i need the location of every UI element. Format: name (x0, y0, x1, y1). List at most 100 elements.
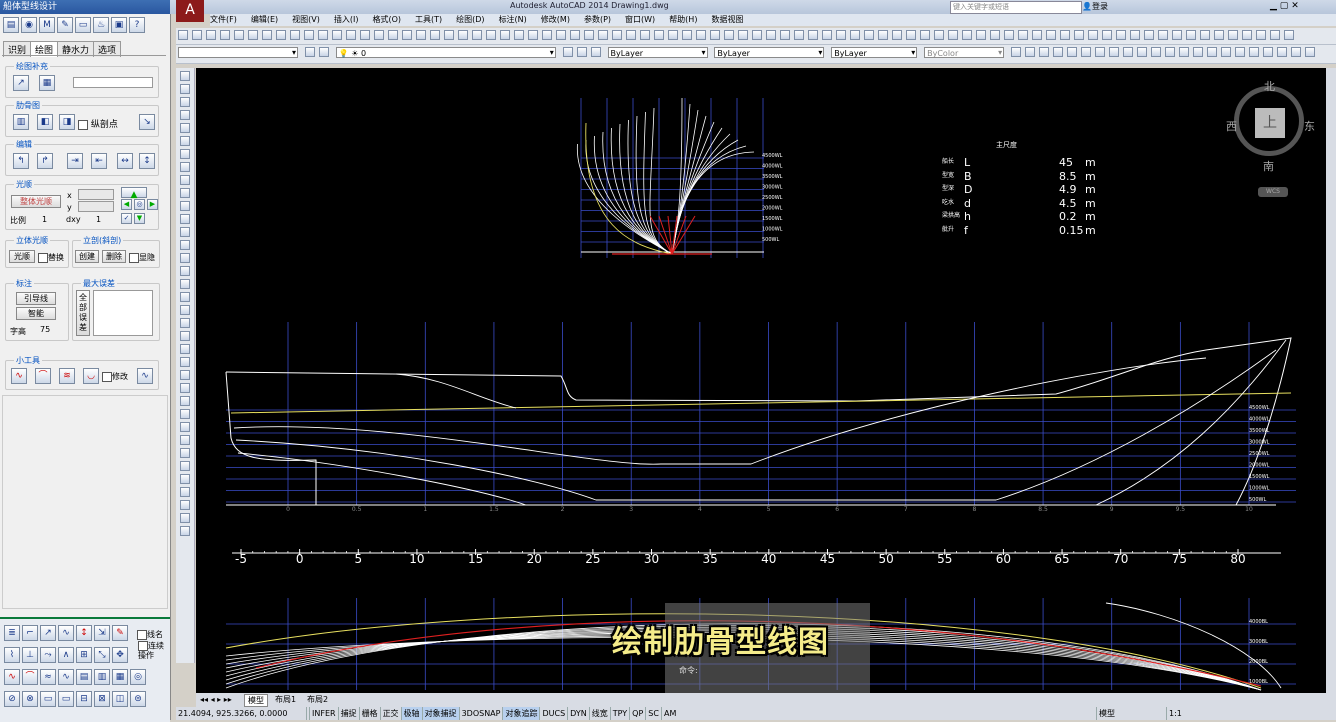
status-toggle-3[interactable]: 栅格 (358, 707, 380, 720)
modify-tool-9-icon[interactable] (1123, 47, 1133, 57)
modify-tool-1-icon[interactable] (1011, 47, 1021, 57)
standard-tool-79-icon[interactable] (1270, 30, 1280, 40)
standard-tool-33-icon[interactable] (626, 30, 636, 40)
tab-layout2[interactable]: 布局2 (304, 694, 331, 705)
draw-tool-36-icon[interactable] (180, 526, 190, 536)
spline-tool-icon[interactable]: ∿ (11, 368, 27, 384)
status-toggle-5[interactable]: 极轴 (400, 707, 422, 720)
nudge-down-icon[interactable]: ▼ (134, 213, 145, 224)
draw-tool-6-icon[interactable] (180, 136, 190, 146)
identify-icon[interactable]: ▤ (3, 17, 19, 33)
scale-value[interactable]: 1 (42, 215, 47, 224)
menu-file[interactable]: 文件(F) (210, 14, 237, 26)
modify-tool-20-icon[interactable] (1277, 47, 1287, 57)
layer-prev-icon[interactable] (562, 47, 573, 57)
draw-tool-27-icon[interactable] (180, 409, 190, 419)
standard-tool-49-icon[interactable] (850, 30, 860, 40)
palette-tool-26-icon[interactable]: ▭ (58, 691, 74, 707)
draw-tool-8-icon[interactable] (180, 162, 190, 172)
fairing-x-field[interactable] (78, 189, 114, 200)
standard-tool-28-icon[interactable] (556, 30, 566, 40)
standard-tool-78-icon[interactable] (1256, 30, 1266, 40)
export-icon[interactable]: ▣ (111, 17, 127, 33)
standard-tool-30-icon[interactable] (584, 30, 594, 40)
draw-tool-1-icon[interactable] (180, 71, 190, 81)
menu-help[interactable]: 帮助(H) (669, 14, 697, 26)
text-height-value[interactable]: 75 (40, 325, 50, 334)
viewcube[interactable]: 上 北 南 西 东 (1226, 80, 1315, 173)
standard-tool-63-icon[interactable] (1046, 30, 1056, 40)
line-name-checkbox[interactable]: 线名 (137, 629, 163, 640)
layer-combo[interactable]: 💡 ☀ 0 (335, 46, 556, 58)
globe-icon[interactable]: ◉ (21, 17, 37, 33)
standard-tool-76-icon[interactable] (1228, 30, 1238, 40)
standard-tool-24-icon[interactable] (500, 30, 510, 40)
standard-tool-46-icon[interactable] (808, 30, 818, 40)
show-hide-checkbox[interactable]: 显隐 (129, 252, 155, 263)
standard-tool-14-icon[interactable] (360, 30, 370, 40)
layer-iso-icon[interactable] (590, 47, 601, 57)
standard-tool-12-icon[interactable] (332, 30, 342, 40)
palette-tool-4-icon[interactable]: ∿ (58, 625, 74, 641)
standard-tool-56-icon[interactable] (948, 30, 958, 40)
palette-tool-16-icon[interactable]: ⌒ (22, 669, 38, 685)
document-icon[interactable]: ▭ (75, 17, 91, 33)
standard-tool-6-icon[interactable] (248, 30, 258, 40)
status-toggle-14[interactable]: SC (645, 707, 661, 720)
draw-tool-4-icon[interactable] (180, 110, 190, 120)
modify-tool-5-icon[interactable] (1067, 47, 1077, 57)
standard-tool-50-icon[interactable] (864, 30, 874, 40)
palette-tool-9-icon[interactable]: ⊥ (22, 647, 38, 663)
standard-tool-19-icon[interactable] (430, 30, 440, 40)
drawing-canvas[interactable]: 4500WL 4000WL 3500WL 3000WL 2500WL 2000WL 1500… (196, 68, 1326, 693)
standard-tool-54-icon[interactable] (920, 30, 930, 40)
color-combo[interactable]: ByLayer (607, 46, 708, 58)
wave-tool-icon[interactable]: ∿ (137, 368, 153, 384)
curve-tool-icon[interactable]: ⌒ (35, 368, 51, 384)
modify-tool-2-icon[interactable] (1025, 47, 1035, 57)
help-icon[interactable]: ? (129, 17, 145, 33)
status-toggle-12[interactable]: TPY (609, 707, 629, 720)
palette-tool-21-icon[interactable]: ▦ (112, 669, 128, 685)
rib-plan-extra-icon[interactable]: ↘ (139, 114, 155, 130)
draw-tool-9-icon[interactable] (180, 175, 190, 185)
palette-tool-3-icon[interactable]: ↗ (40, 625, 56, 641)
menu-window[interactable]: 窗口(W) (625, 14, 655, 26)
offset-tool-icon[interactable]: ≋ (59, 368, 75, 384)
draw-tool-35-icon[interactable] (180, 513, 190, 523)
menu-parametric[interactable]: 参数(P) (584, 14, 611, 26)
palette-tool-8-icon[interactable]: ⌇ (4, 647, 20, 663)
standard-tool-4-icon[interactable] (220, 30, 230, 40)
standard-tool-1-icon[interactable] (178, 30, 188, 40)
fill-area-icon[interactable]: ▦ (39, 75, 55, 91)
standard-tool-15-icon[interactable] (374, 30, 384, 40)
modify-tool-18-icon[interactable] (1249, 47, 1259, 57)
draw-tool-28-icon[interactable] (180, 422, 190, 432)
menu-insert[interactable]: 插入(I) (334, 14, 359, 26)
close-icon[interactable]: ✕ (1291, 1, 1299, 11)
standard-tool-75-icon[interactable] (1214, 30, 1224, 40)
fairing-y-field[interactable] (78, 201, 114, 212)
palette-tool-6-icon[interactable]: ⇲ (94, 625, 110, 641)
draw-tool-23-icon[interactable] (180, 357, 190, 367)
standard-tool-10-icon[interactable] (304, 30, 314, 40)
draw-tool-30-icon[interactable] (180, 448, 190, 458)
confirm-check-icon[interactable]: ✓ (121, 213, 132, 224)
modify-tool-15-icon[interactable] (1207, 47, 1217, 57)
standard-tool-34-icon[interactable] (640, 30, 650, 40)
standard-tool-21-icon[interactable] (458, 30, 468, 40)
fill-select[interactable] (73, 77, 153, 88)
standard-tool-41-icon[interactable] (738, 30, 748, 40)
standard-tool-11-icon[interactable] (318, 30, 328, 40)
fill-curve-icon[interactable]: ↗ (13, 75, 29, 91)
palette-tool-11-icon[interactable]: ∧ (58, 647, 74, 663)
standard-tool-7-icon[interactable] (262, 30, 272, 40)
standard-tool-20-icon[interactable] (444, 30, 454, 40)
standard-tool-77-icon[interactable] (1242, 30, 1252, 40)
draw-tool-17-icon[interactable] (180, 279, 190, 289)
standard-tool-27-icon[interactable] (542, 30, 552, 40)
standard-tool-61-icon[interactable] (1018, 30, 1028, 40)
modify-tool-17-icon[interactable] (1235, 47, 1245, 57)
autocad-app-icon[interactable]: A (176, 0, 204, 22)
modify-tool-4-icon[interactable] (1053, 47, 1063, 57)
